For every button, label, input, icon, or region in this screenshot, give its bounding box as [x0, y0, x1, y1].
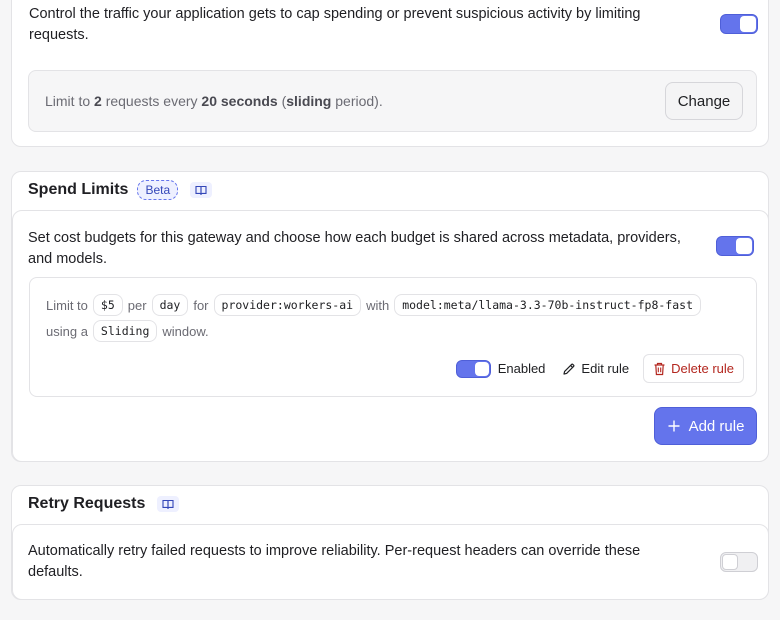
rule-window: window. [162, 323, 209, 339]
change-rate-limit-button[interactable]: Change [665, 82, 743, 120]
spend-rule-line-2: using a Sliding window. [46, 320, 209, 342]
edit-rule-button[interactable]: Edit rule [562, 361, 629, 376]
rate-limiting-card: Control the traffic your application get… [11, 0, 769, 147]
rate-limit-summary: Limit to 2 requests every 20 seconds (sl… [45, 93, 383, 109]
spend-limits-toggle[interactable] [716, 236, 754, 256]
summary-mode: sliding [286, 93, 332, 109]
toggle-knob [722, 554, 738, 570]
rate-limiting-description: Control the traffic your application get… [29, 6, 641, 43]
rule-for: for [193, 297, 209, 313]
add-rule-button[interactable]: Add rule [654, 407, 757, 445]
toggle-knob [474, 361, 489, 376]
rule-per: per [127, 297, 147, 313]
retry-requests-description: Automatically retry failed requests to i… [28, 543, 641, 580]
summary-suffix: period). [331, 93, 383, 109]
add-rule-label: Add rule [688, 417, 745, 435]
summary-prefix: Limit to [45, 93, 95, 109]
summary-duration: 20 seconds [201, 93, 278, 109]
trash-icon [654, 362, 665, 375]
edit-rule-label: Edit rule [581, 361, 630, 376]
spend-rule-box: Limit to $5 per day for provider:workers… [29, 277, 757, 397]
retry-requests-title: Retry Requests [28, 495, 146, 512]
rule-limit-to: Limit to [46, 297, 88, 313]
summary-mid2: ( [277, 93, 287, 109]
spend-rule-line-1: Limit to $5 per day for provider:workers… [46, 294, 706, 316]
book-icon[interactable] [190, 182, 213, 198]
rule-provider-chip: provider:workers-ai [213, 294, 362, 316]
spend-limits-body: Set cost budgets for this gateway and ch… [12, 210, 769, 462]
retry-requests-header: Retry Requests [28, 495, 180, 513]
rule-actions: Enabled Edit rule Delete rule [455, 354, 744, 383]
rate-limiting-toggle[interactable] [720, 14, 758, 34]
plus-icon [668, 420, 680, 432]
summary-count: 2 [94, 93, 102, 109]
delete-rule-label: Delete rule [671, 361, 734, 376]
spend-limits-title: Spend Limits [28, 181, 129, 198]
rule-amount-chip: $5 [92, 294, 123, 316]
rule-using-a: using a [46, 323, 88, 339]
rate-limit-summary-box: Limit to 2 requests every 20 seconds (sl… [28, 70, 757, 132]
rule-window-chip: Sliding [92, 320, 158, 342]
spend-limits-description: Set cost budgets for this gateway and ch… [28, 230, 681, 267]
retry-requests-body: Automatically retry failed requests to i… [12, 524, 769, 600]
rule-enabled-label: Enabled [497, 361, 546, 376]
rule-model-chip: model:meta/llama-3.3-70b-instruct-fp8-fa… [394, 294, 701, 316]
rule-with: with [366, 297, 390, 313]
toggle-knob [736, 238, 752, 254]
book-icon[interactable] [157, 496, 180, 512]
beta-badge: Beta [137, 180, 179, 200]
rule-period-chip: day [151, 294, 189, 316]
summary-mid1: requests every [101, 93, 202, 109]
delete-rule-button[interactable]: Delete rule [643, 354, 744, 383]
pencil-icon [563, 363, 575, 375]
retry-requests-toggle[interactable] [720, 552, 758, 572]
spend-limits-header: Spend Limits Beta [28, 180, 213, 200]
rule-enabled-toggle[interactable] [455, 359, 491, 378]
toggle-knob [740, 16, 756, 32]
